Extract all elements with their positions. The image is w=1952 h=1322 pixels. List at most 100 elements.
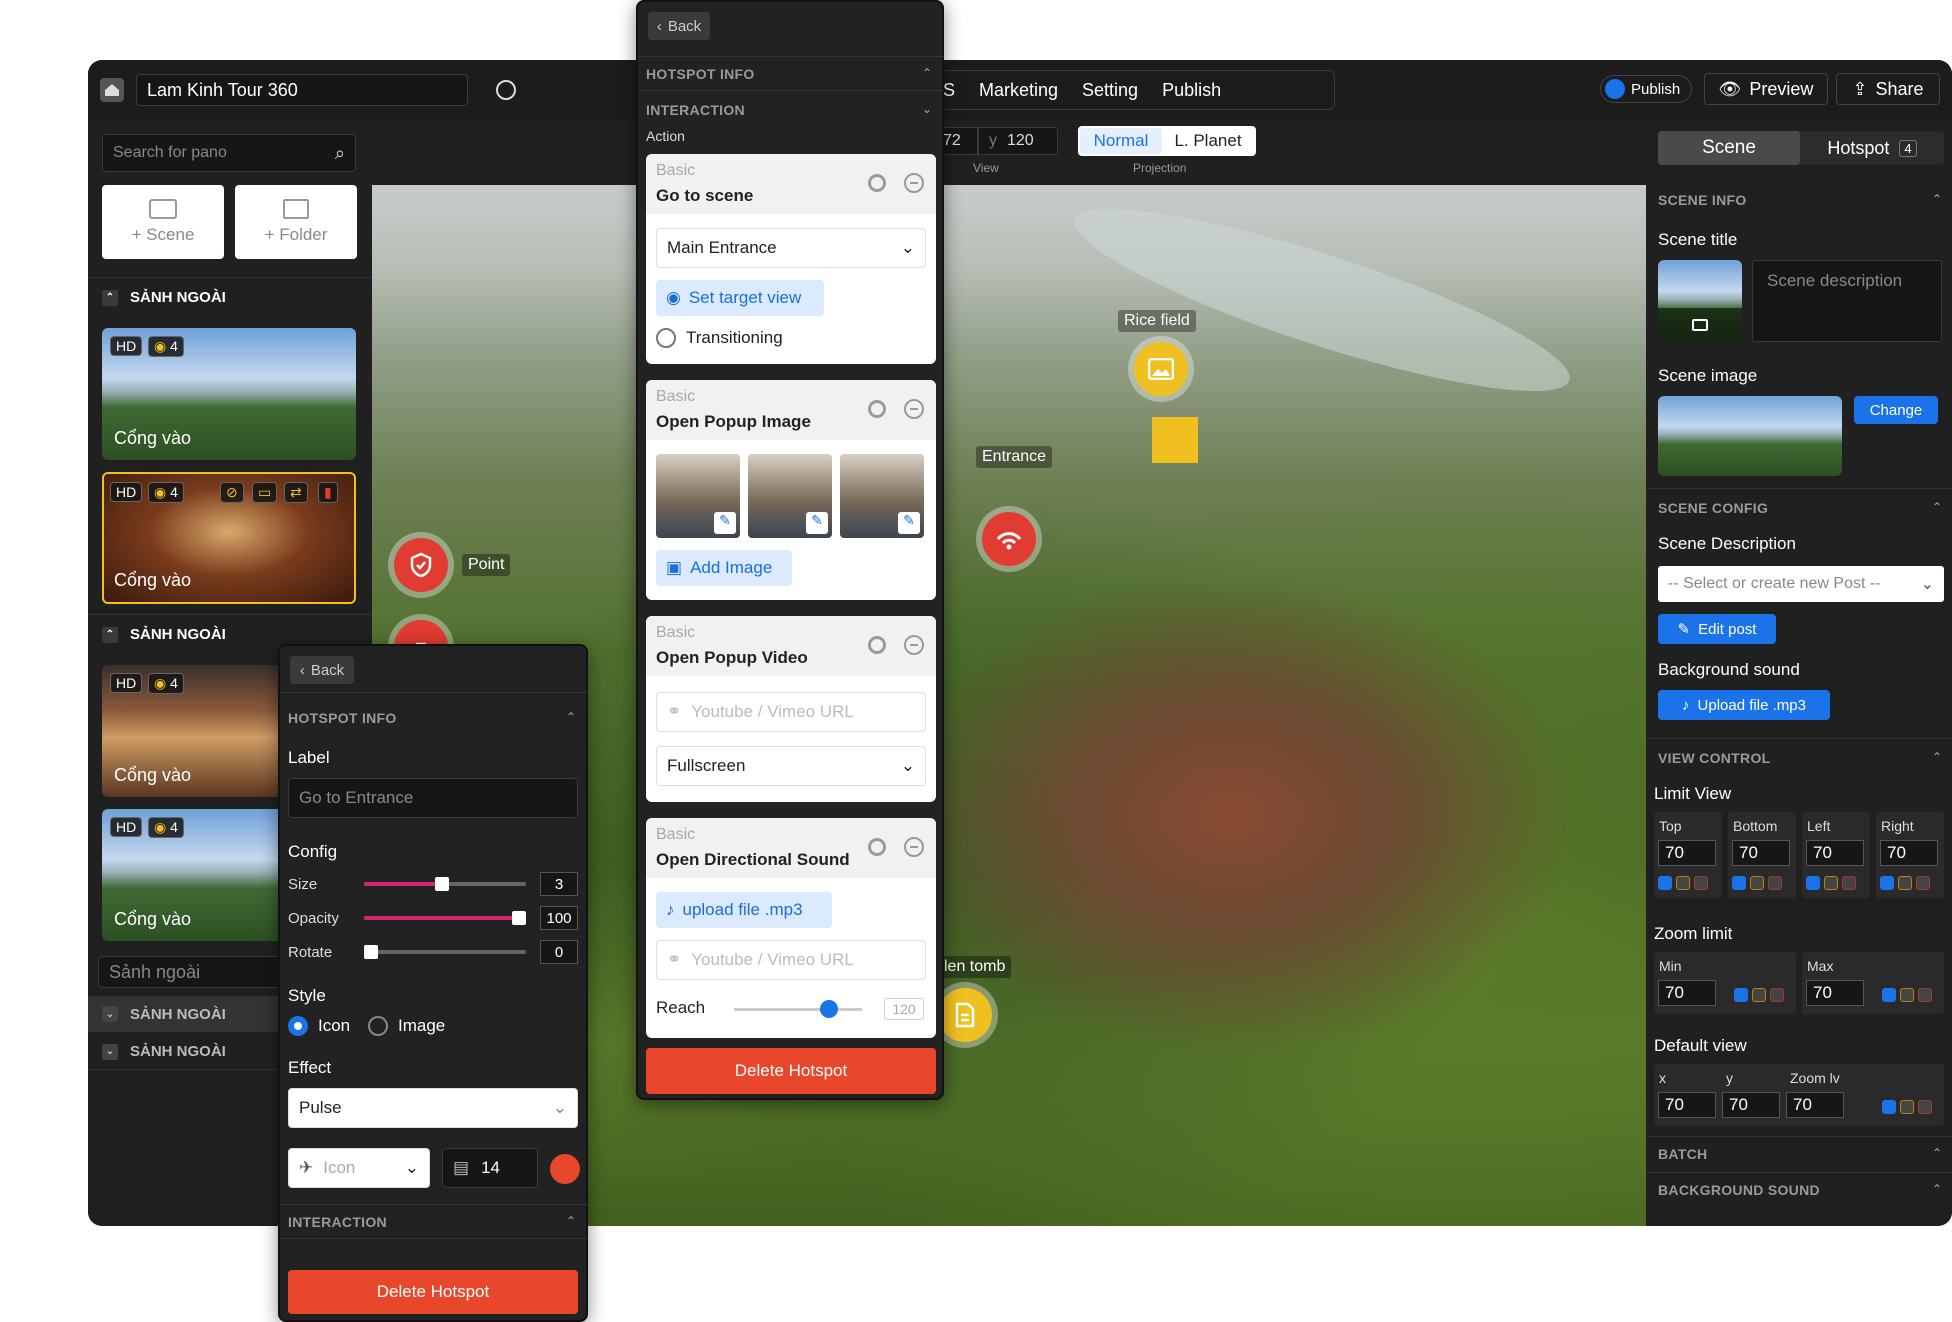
- menu-item-marketing[interactable]: Marketing: [979, 80, 1058, 101]
- pencil-icon[interactable]: ✎: [714, 512, 736, 534]
- video-mode-select[interactable]: Fullscreen ⌄: [656, 746, 926, 786]
- gear-icon[interactable]: [868, 636, 886, 654]
- check-icon[interactable]: [1732, 876, 1746, 890]
- change-image-button[interactable]: Change: [1854, 396, 1938, 424]
- delete-hotspot-button[interactable]: Delete Hotspot: [646, 1048, 936, 1094]
- chevron-up-icon[interactable]: ⌃: [1932, 1182, 1942, 1196]
- rotate-value[interactable]: 0: [540, 940, 578, 964]
- clear-icon[interactable]: [1770, 988, 1784, 1002]
- gear-icon[interactable]: [868, 174, 886, 192]
- limit-bottom-input[interactable]: 70: [1732, 840, 1790, 866]
- chevron-up-icon[interactable]: ⌃: [1932, 500, 1942, 514]
- back-button[interactable]: ‹ Back: [648, 12, 710, 40]
- check-icon[interactable]: [1734, 988, 1748, 1002]
- clear-icon[interactable]: [1842, 876, 1856, 890]
- transitioning-option[interactable]: Transitioning: [656, 328, 783, 348]
- icon-select[interactable]: ✈ Icon ⌄: [288, 1148, 430, 1188]
- chevron-up-icon[interactable]: ⌃: [1932, 750, 1942, 764]
- globe-icon[interactable]: [496, 80, 516, 100]
- home-icon[interactable]: [100, 78, 124, 102]
- limit-right-input[interactable]: 70: [1880, 840, 1938, 866]
- scene-card-selected[interactable]: HD ◉ 4 ⊘ ▭ ⇄ ▮ Cổng vào: [102, 472, 356, 604]
- add-folder-button[interactable]: + Folder: [235, 185, 357, 259]
- folder-move-icon[interactable]: ▭: [252, 482, 278, 503]
- video-url-input[interactable]: ⚭ Youtube / Vimeo URL: [656, 692, 926, 732]
- popup-image-thumb[interactable]: ✎: [748, 454, 832, 538]
- limit-left-input[interactable]: 70: [1806, 840, 1864, 866]
- hotspot-tomb-marker[interactable]: [938, 988, 992, 1042]
- icon-size-input[interactable]: ▤ 14: [442, 1148, 538, 1188]
- remove-icon[interactable]: [904, 173, 924, 193]
- hide-icon[interactable]: ⊘: [220, 482, 244, 503]
- check-icon[interactable]: [1880, 876, 1894, 890]
- hotspot-entrance-marker[interactable]: [982, 512, 1036, 566]
- reset-icon[interactable]: [1898, 876, 1912, 890]
- publish-toggle[interactable]: Publish: [1600, 75, 1692, 103]
- slider-knob[interactable]: [435, 877, 449, 891]
- clear-icon[interactable]: [1918, 988, 1932, 1002]
- gear-icon[interactable]: [868, 838, 886, 856]
- size-slider[interactable]: [364, 877, 526, 891]
- hotspot-rice-field[interactable]: [1152, 417, 1198, 463]
- reset-icon[interactable]: [1900, 1100, 1914, 1114]
- replace-icon[interactable]: ⇄: [284, 482, 308, 503]
- tab-hotspot[interactable]: Hotspot 4: [1800, 131, 1944, 165]
- popup-image-thumb[interactable]: ✎: [656, 454, 740, 538]
- reach-slider[interactable]: [734, 1000, 862, 1018]
- add-scene-button[interactable]: + Scene: [102, 185, 224, 259]
- popup-image-thumb[interactable]: ✎: [840, 454, 924, 538]
- reset-icon[interactable]: [1750, 876, 1764, 890]
- chevron-up-icon[interactable]: ⌃: [566, 710, 576, 724]
- chevron-down-icon[interactable]: ⌄: [922, 102, 932, 116]
- set-target-view-button[interactable]: ◉ Set target view: [656, 280, 824, 316]
- preview-button[interactable]: 👁 Preview: [1704, 73, 1828, 105]
- opacity-slider[interactable]: [364, 911, 526, 925]
- zoom-min-input[interactable]: 70: [1658, 980, 1716, 1006]
- check-icon[interactable]: [1658, 876, 1672, 890]
- share-button[interactable]: ⇪ Share: [1836, 73, 1940, 105]
- pencil-icon[interactable]: ✎: [898, 512, 920, 534]
- back-button[interactable]: ‹ Back: [290, 656, 354, 684]
- tab-scene[interactable]: Scene: [1658, 131, 1800, 165]
- projection-little-planet[interactable]: L. Planet: [1162, 131, 1254, 151]
- menu-item-publish[interactable]: Publish: [1162, 80, 1221, 101]
- project-title-input[interactable]: Lam Kinh Tour 360: [136, 74, 468, 106]
- remove-icon[interactable]: [904, 837, 924, 857]
- check-icon[interactable]: [1806, 876, 1820, 890]
- search-icon[interactable]: ⌕: [335, 143, 345, 164]
- edit-post-button[interactable]: ✎ Edit post: [1658, 614, 1776, 644]
- upload-sound-button[interactable]: ♪ Upload file .mp3: [1658, 690, 1830, 720]
- limit-top-input[interactable]: 70: [1658, 840, 1716, 866]
- add-image-button[interactable]: ▣ Add Image: [656, 550, 792, 586]
- slider-knob[interactable]: [820, 1000, 838, 1018]
- upload-sound-button[interactable]: ♪ upload file .mp3: [656, 892, 832, 928]
- hotspot-rice-field-marker[interactable]: [1134, 342, 1188, 396]
- reset-icon[interactable]: [1900, 988, 1914, 1002]
- icon-color-swatch[interactable]: [550, 1154, 580, 1184]
- scene-select[interactable]: Main Entrance ⌄: [656, 228, 926, 268]
- reach-value[interactable]: 120: [884, 998, 924, 1020]
- default-x-input[interactable]: 70: [1658, 1092, 1716, 1118]
- post-select[interactable]: -- Select or create new Post -- ⌄: [1658, 566, 1944, 602]
- check-icon[interactable]: [1882, 1100, 1896, 1114]
- delete-icon[interactable]: ▮: [318, 482, 338, 503]
- menu-item-setting[interactable]: Setting: [1082, 80, 1138, 101]
- remove-icon[interactable]: [904, 635, 924, 655]
- slider-knob[interactable]: [364, 945, 378, 959]
- rotate-slider[interactable]: [364, 945, 526, 959]
- pencil-icon[interactable]: ✎: [806, 512, 828, 534]
- reset-icon[interactable]: [1824, 876, 1838, 890]
- effect-select[interactable]: Pulse ⌄: [288, 1088, 578, 1128]
- opacity-value[interactable]: 100: [540, 906, 578, 930]
- camera-icon[interactable]: [1658, 308, 1742, 342]
- size-value[interactable]: 3: [540, 872, 578, 896]
- chevron-up-icon[interactable]: ⌃: [1932, 192, 1942, 206]
- sound-url-input[interactable]: ⚭ Youtube / Vimeo URL: [656, 940, 926, 980]
- scene-description-input[interactable]: Scene description: [1752, 260, 1942, 342]
- scene-group-header[interactable]: ⌃ SẢNH NGOÀI: [88, 277, 372, 317]
- chevron-up-icon[interactable]: ⌃: [566, 1214, 576, 1228]
- scene-card[interactable]: HD ◉ 4 Cổng vào: [102, 328, 356, 460]
- reset-icon[interactable]: [1752, 988, 1766, 1002]
- clear-icon[interactable]: [1694, 876, 1708, 890]
- clear-icon[interactable]: [1918, 1100, 1932, 1114]
